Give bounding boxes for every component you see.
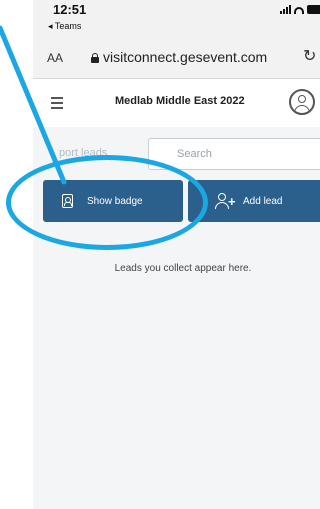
lock-icon bbox=[91, 53, 99, 63]
empty-state-message: Leads you collect appear here. bbox=[114, 263, 252, 274]
export-leads-link[interactable]: port leads bbox=[59, 147, 107, 159]
search-input[interactable] bbox=[148, 138, 320, 170]
status-icons bbox=[280, 5, 320, 14]
status-bar: 12:51 ◂ Teams bbox=[33, 0, 320, 38]
reload-icon[interactable]: ↻ bbox=[303, 46, 316, 66]
back-to-app-link[interactable]: ◂ Teams bbox=[48, 21, 81, 32]
add-user-icon: + bbox=[215, 193, 236, 209]
show-badge-button[interactable]: Show badge bbox=[43, 180, 183, 222]
url-text[interactable]: visitconnect.gesevent.com bbox=[103, 49, 267, 65]
app-header: Medlab Middle East 2022 bbox=[33, 79, 320, 127]
status-time: 12:51 bbox=[53, 2, 87, 17]
wifi-icon bbox=[294, 7, 304, 14]
badge-icon bbox=[62, 194, 73, 208]
phone-screen: 12:51 ◂ Teams AA visitconnect.gesevent.c… bbox=[33, 0, 320, 509]
text-size-button[interactable]: AA bbox=[47, 51, 63, 65]
hamburger-menu-icon[interactable] bbox=[51, 97, 63, 112]
add-lead-label: Add lead bbox=[243, 195, 283, 207]
add-lead-button[interactable]: + Add lead bbox=[188, 180, 320, 222]
event-title: Medlab Middle East 2022 bbox=[115, 95, 245, 107]
battery-icon bbox=[307, 5, 320, 14]
browser-address-bar[interactable]: AA visitconnect.gesevent.com ↻ bbox=[33, 38, 320, 79]
user-avatar-icon[interactable] bbox=[289, 89, 315, 115]
show-badge-label: Show badge bbox=[87, 195, 143, 207]
cellular-signal-icon bbox=[280, 5, 291, 14]
